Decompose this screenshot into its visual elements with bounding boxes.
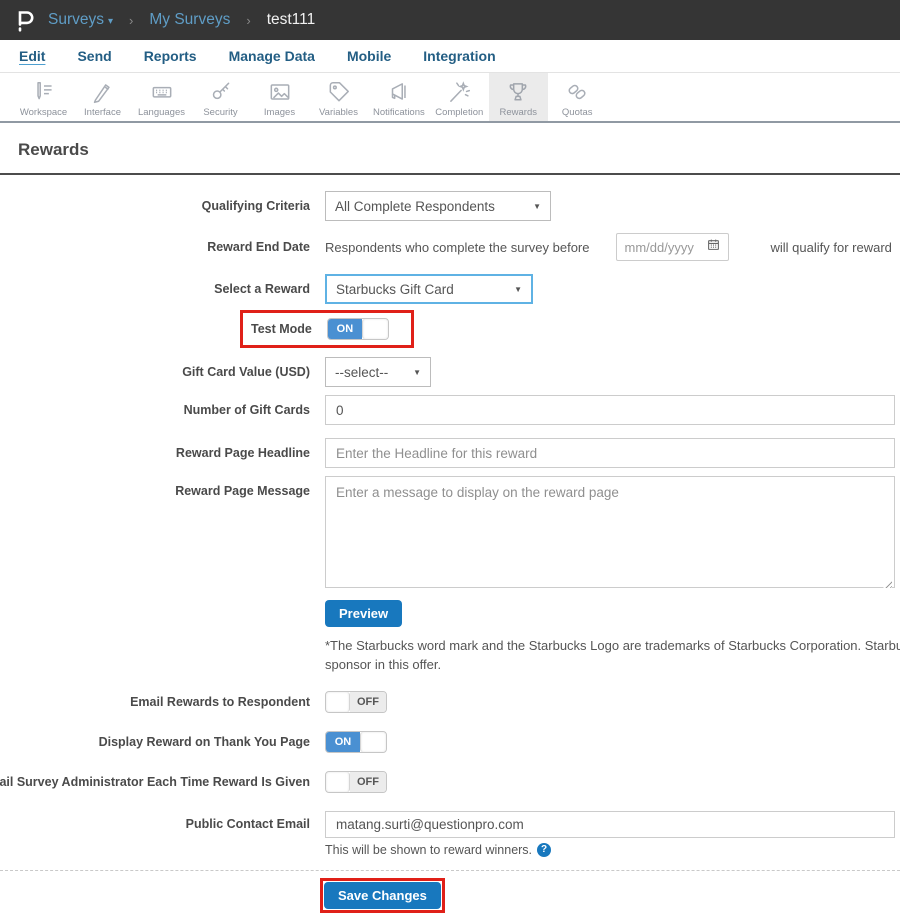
test-mode-toggle[interactable]: ON [326,318,389,340]
email-rewards-row: Email Rewards to Respondent OFF [0,690,900,713]
breadcrumb-current-survey: test111 [266,11,316,28]
select-caret-icon: ▼ [533,201,541,211]
key-icon [208,79,234,105]
toolbar-item-images[interactable]: Images [250,73,309,121]
reward-end-date-label: Reward End Date [207,240,310,254]
breadcrumb-separator: › [129,12,134,28]
breadcrumb-surveys[interactable]: Surveys ▾ [48,11,113,29]
gift-card-value-row: Gift Card Value (USD) --select-- ▼ [0,357,900,387]
breadcrumb-my-surveys[interactable]: My Surveys [149,11,230,29]
message-label: Reward Page Message [175,484,310,498]
dashed-divider [0,869,900,871]
top-bar: Surveys ▾ › My Surveys › test111 [0,0,900,40]
toolbar-item-rewards[interactable]: Rewards [488,73,548,121]
num-gift-cards-row: Number of Gift Cards [0,395,900,425]
megaphone-icon [386,79,412,105]
keyboard-icon [149,79,175,105]
gift-card-value-label: Gift Card Value (USD) [182,365,310,379]
end-date-suffix-text: will qualify for reward [770,239,892,255]
rewards-form: Qualifying Criteria All Complete Respond… [0,191,900,913]
toggle-knob [326,771,350,792]
preview-button[interactable]: Preview [325,600,403,627]
display-reward-row: Display Reward on Thank You Page ON [0,730,900,753]
edit-toolbar: Workspace Interface Languages Security I… [0,73,900,123]
wand-icon [446,79,472,105]
select-reward-select[interactable]: Starbucks Gift Card ▼ [325,274,533,304]
email-rewards-toggle[interactable]: OFF [325,690,387,713]
toggle-knob [326,691,350,712]
email-admin-row: Email Survey Administrator Each Time Rew… [0,770,900,793]
help-icon[interactable]: ? [537,842,552,857]
toolbar-item-languages[interactable]: Languages [132,73,191,121]
tab-reports[interactable]: Reports [143,46,198,66]
display-reward-label: Display Reward on Thank You Page [98,734,310,749]
toolbar-item-notifications[interactable]: Notifications [368,73,430,121]
breadcrumb-separator: › [246,12,251,28]
qualifying-criteria-label: Qualifying Criteria [201,199,310,213]
toolbar-item-quotas[interactable]: Quotas [548,73,607,121]
email-rewards-label: Email Rewards to Respondent [130,694,310,709]
tab-integration[interactable]: Integration [422,46,496,66]
toolbar-item-security[interactable]: Security [191,73,250,121]
qualifying-criteria-select[interactable]: All Complete Respondents ▼ [325,191,551,221]
select-caret-icon: ▼ [413,367,421,377]
image-icon [267,79,293,105]
toolbar-item-completion[interactable]: Completion [430,73,489,121]
save-row: Save Changes [0,877,900,913]
message-textarea[interactable] [325,476,895,588]
qualifying-criteria-row: Qualifying Criteria All Complete Respond… [0,191,900,221]
starbucks-disclaimer-text: *The Starbucks word mark and the Starbuc… [325,638,900,672]
contact-email-label: Public Contact Email [185,817,310,832]
gift-card-value-select[interactable]: --select-- ▼ [325,357,431,387]
main-tabs: Edit Send Reports Manage Data Mobile Int… [0,40,900,73]
email-admin-label: Email Survey Administrator Each Time Rew… [0,774,310,789]
toolbar-item-interface[interactable]: Interface [73,73,132,121]
trophy-icon [505,79,531,105]
chevron-down-icon: ▾ [108,16,114,27]
pencil-list-icon [31,79,57,105]
contact-email-helper: This will be shown to reward winners. ? [325,842,900,857]
contact-email-input[interactable] [325,810,895,838]
tab-manage-data[interactable]: Manage Data [228,46,316,66]
select-reward-row: Select a Reward Starbucks Gift Card ▼ [0,274,900,304]
title-divider [0,173,900,175]
reward-end-date-row: Reward End Date Respondents who complete… [0,233,900,261]
toggle-knob [361,319,388,339]
headline-row: Reward Page Headline [0,438,900,468]
num-gift-cards-input[interactable] [325,395,895,425]
select-reward-label: Select a Reward [214,282,310,296]
email-admin-toggle[interactable]: OFF [325,770,387,793]
pen-icon [90,79,116,105]
toolbar-item-workspace[interactable]: Workspace [14,73,73,121]
save-highlight-annotation: Save Changes [320,877,445,913]
end-date-prefix-text: Respondents who complete the survey befo… [325,239,590,255]
preview-row: Preview [325,600,900,627]
num-gift-cards-label: Number of Gift Cards [183,403,310,417]
tab-send[interactable]: Send [76,46,112,66]
display-reward-toggle[interactable]: ON [325,730,387,753]
headline-label: Reward Page Headline [175,446,310,460]
questionpro-logo-icon[interactable] [12,7,38,33]
toggle-knob [360,731,386,752]
end-date-input[interactable]: mm/dd/yyyy [615,233,729,261]
save-changes-button[interactable]: Save Changes [324,881,441,909]
test-mode-label: Test Mode [251,322,312,336]
tag-icon [326,79,352,105]
tab-edit[interactable]: Edit [18,46,46,66]
tab-mobile[interactable]: Mobile [346,46,392,66]
message-row: Reward Page Message [0,476,900,593]
contact-email-row: Public Contact Email [0,810,900,838]
headline-input[interactable] [325,438,895,468]
chain-icon [564,79,590,105]
toolbar-item-variables[interactable]: Variables [309,73,368,121]
test-mode-row: Test Mode ON [0,310,900,348]
test-mode-highlight-annotation: Test Mode ON [240,310,414,348]
calendar-icon[interactable] [707,238,720,256]
select-caret-icon: ▼ [514,284,522,294]
page-title: Rewards [18,140,89,159]
